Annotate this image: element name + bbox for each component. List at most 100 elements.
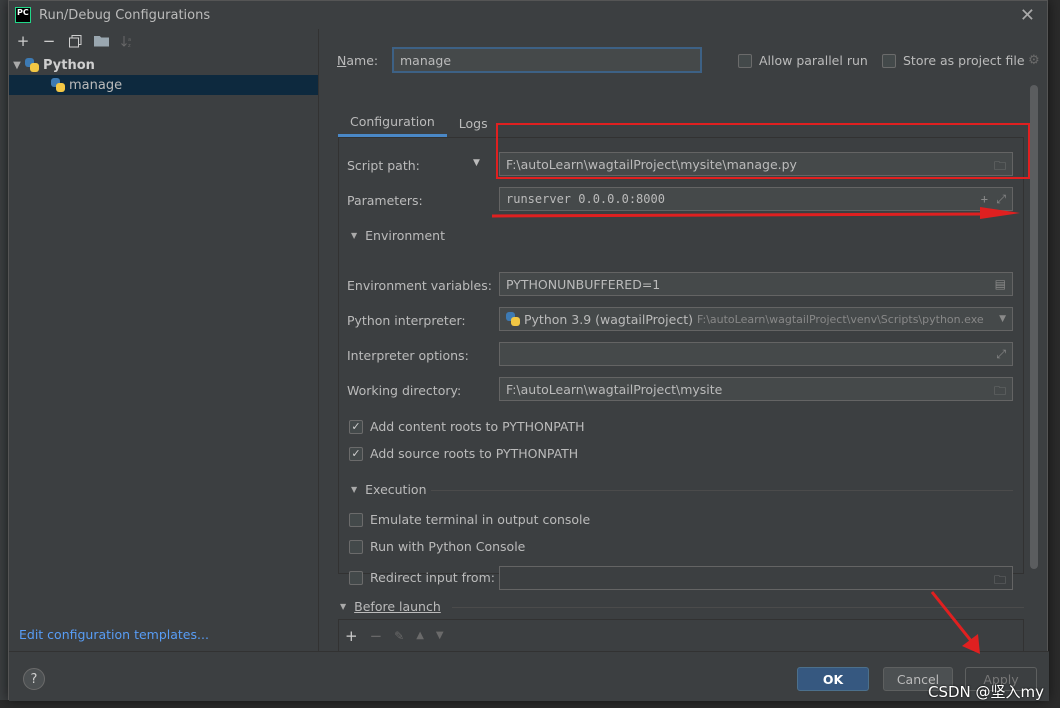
before-launch-label: Before launch	[354, 599, 441, 614]
allow-parallel-run-label: Allow parallel run	[759, 53, 868, 68]
store-as-project-file-label: Store as project file	[903, 53, 1025, 68]
interpreter-path: F:\autoLearn\wagtailProject\venv\Scripts…	[697, 312, 984, 326]
tree-toolbar: + − az	[9, 29, 318, 53]
tree-item-label: manage	[69, 77, 123, 93]
env-vars-value: PYTHONUNBUFFERED=1	[506, 276, 661, 292]
edit-icon[interactable]: ✎	[394, 629, 404, 643]
before-launch-section[interactable]: ▼ Before launch	[340, 599, 441, 614]
redirect-input-checkbox[interactable]: Redirect input from:	[349, 570, 495, 585]
parameters-label: Parameters:	[347, 193, 423, 208]
allow-parallel-run-checkbox[interactable]: Allow parallel run	[738, 53, 868, 68]
emulate-terminal-checkbox[interactable]: Emulate terminal in output console	[349, 512, 590, 527]
watermark: CSDN @坚入my	[927, 683, 1044, 701]
redirect-input-field[interactable]: 🗀	[499, 566, 1013, 590]
parameters-value: runserver 0.0.0.0:8000	[506, 192, 665, 206]
source-roots-label: Add source roots to PYTHONPATH	[370, 446, 579, 461]
background-ide-left	[0, 0, 8, 708]
checkbox-checked: ✓	[349, 419, 363, 434]
python-console-label: Run with Python Console	[370, 539, 526, 554]
tab-logs[interactable]: Logs	[447, 109, 500, 137]
chevron-down-icon: ▼	[340, 602, 347, 611]
configurations-tree: ▼ Python manage	[9, 55, 318, 95]
add-icon[interactable]: +	[345, 627, 358, 645]
remove-icon[interactable]: −	[370, 627, 383, 645]
background-ide-bottom	[0, 700, 1060, 708]
env-vars-field[interactable]: PYTHONUNBUFFERED=1 ▤	[499, 272, 1013, 296]
gear-icon[interactable]: ⚙	[1028, 53, 1040, 68]
working-dir-label: Working directory:	[347, 383, 462, 398]
add-icon[interactable]: +	[15, 33, 31, 49]
dialog-footer: ? OK Cancel Apply	[9, 651, 1049, 701]
configurations-tree-pane: + − az ▼ Python manage Edit configuratio…	[9, 29, 319, 651]
source-roots-checkbox[interactable]: ✓ Add source roots to PYTHONPATH	[349, 446, 578, 461]
title-bar: PC Run/Debug Configurations	[9, 1, 1047, 29]
svg-text:z: z	[128, 43, 131, 48]
checkbox-box	[349, 539, 363, 554]
folder-icon[interactable]: 🗀	[994, 382, 1006, 403]
content-roots-label: Add content roots to PYTHONPATH	[370, 419, 585, 434]
expand-icon[interactable]: ⤢	[996, 347, 1006, 362]
chevron-down-icon[interactable]: ▼	[999, 314, 1006, 324]
sort-icon[interactable]: az	[119, 33, 135, 49]
script-path-label: Script path:	[347, 158, 420, 173]
tree-group-python[interactable]: ▼ Python	[9, 55, 318, 75]
checkbox-box	[349, 570, 363, 585]
section-divider	[431, 490, 1013, 491]
tree-item-manage[interactable]: manage	[9, 75, 318, 95]
document-icon[interactable]: ▤	[995, 277, 1006, 291]
configuration-panel: Script path: ▼ F:\autoLearn\wagtailProje…	[338, 137, 1024, 590]
chevron-down-icon[interactable]: ▼	[9, 60, 25, 71]
checkbox-box	[882, 53, 896, 68]
copy-icon[interactable]	[67, 33, 83, 49]
chevron-down-icon: ▼	[351, 485, 358, 494]
python-console-checkbox[interactable]: Run with Python Console	[349, 539, 525, 554]
checkbox-checked: ✓	[349, 446, 363, 461]
annotation-arrow-diagonal	[930, 591, 980, 654]
python-icon	[51, 78, 65, 92]
checkbox-box	[349, 512, 363, 527]
environment-section-label: Environment	[365, 228, 445, 243]
remove-icon[interactable]: −	[41, 33, 57, 49]
checkbox-box	[738, 53, 752, 68]
annotation-highlight-box	[496, 123, 1030, 179]
chevron-down-icon: ▼	[351, 231, 358, 240]
window-title: Run/Debug Configurations	[39, 7, 211, 23]
configuration-editor: Name: manage Allow parallel run Store as…	[320, 29, 1048, 651]
redirect-input-label: Redirect input from:	[370, 570, 495, 585]
annotation-arrow-right	[492, 207, 1020, 219]
execution-section-label: Execution	[365, 482, 427, 497]
ok-button[interactable]: OK	[797, 667, 869, 691]
config-tabs: Configuration Logs	[338, 109, 500, 137]
pycharm-logo-icon: PC	[15, 7, 31, 23]
env-vars-label: Environment variables:	[347, 278, 492, 293]
tab-configuration[interactable]: Configuration	[338, 109, 447, 137]
folder-icon[interactable]	[93, 33, 109, 49]
move-down-icon[interactable]: ▼	[436, 630, 444, 641]
edit-templates-link[interactable]: Edit configuration templates...	[19, 627, 209, 642]
name-label: Name:	[337, 53, 379, 68]
execution-section[interactable]: ▼ Execution	[351, 482, 427, 497]
python-icon	[506, 312, 520, 326]
plus-icon[interactable]: +	[981, 192, 988, 206]
interpreter-options-label: Interpreter options:	[347, 348, 469, 363]
python-icon	[25, 58, 39, 72]
chevron-down-icon[interactable]: ▼	[473, 158, 480, 168]
before-launch-toolbar: + − ✎ ▲ ▼	[338, 619, 1024, 651]
working-dir-field[interactable]: F:\autoLearn\wagtailProject\mysite 🗀	[499, 377, 1013, 401]
store-as-project-file-checkbox[interactable]: Store as project file	[882, 53, 1025, 68]
emulate-terminal-label: Emulate terminal in output console	[370, 512, 591, 527]
interpreter-value: Python 3.9 (wagtailProject)	[524, 311, 694, 327]
tree-group-label: Python	[43, 57, 95, 73]
content-roots-checkbox[interactable]: ✓ Add content roots to PYTHONPATH	[349, 419, 585, 434]
interpreter-label: Python interpreter:	[347, 313, 466, 328]
help-icon[interactable]: ?	[23, 668, 45, 690]
interpreter-select[interactable]: Python 3.9 (wagtailProject) F:\autoLearn…	[499, 307, 1013, 331]
name-field[interactable]: manage	[392, 47, 702, 73]
move-up-icon[interactable]: ▲	[416, 630, 424, 641]
run-debug-dialog: PC Run/Debug Configurations ✕ + − az ▼ P…	[8, 0, 1049, 701]
interpreter-options-field[interactable]: ⤢	[499, 342, 1013, 366]
environment-section[interactable]: ▼ Environment	[351, 228, 445, 243]
folder-icon[interactable]: 🗀	[994, 571, 1006, 592]
vertical-scrollbar[interactable]	[1030, 85, 1038, 569]
close-icon[interactable]: ✕	[1020, 5, 1035, 26]
